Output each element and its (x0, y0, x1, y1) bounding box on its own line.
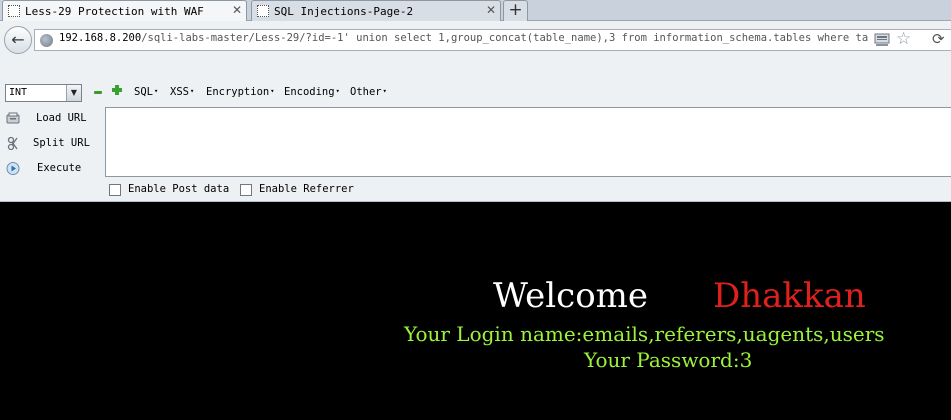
bookmark-star-icon[interactable]: ☆ (896, 29, 911, 49)
hackbar: INT ▼ SQL▾ XSS▾ Encryption▾ Encoding▾ Ot… (0, 81, 951, 202)
toolbar-spacer (0, 59, 951, 81)
back-button[interactable]: ← (4, 26, 32, 54)
url-textarea[interactable] (105, 107, 951, 177)
caret-icon: ▾ (382, 87, 387, 95)
menu-xss-label: XSS (170, 86, 189, 98)
menu-encryption[interactable]: Encryption▾ (206, 86, 274, 98)
menu-encoding-label: Encoding (284, 86, 335, 98)
url-path: /sqli-labs-master/Less-29/?id=-1' union … (141, 32, 869, 44)
menu-sql-label: SQL (134, 86, 153, 98)
split-url-button[interactable]: Split URL (4, 134, 104, 154)
reader-icon[interactable] (874, 33, 890, 47)
caret-icon: ▾ (270, 87, 275, 95)
menu-sql[interactable]: SQL▾ (134, 86, 158, 98)
tab-label: SQL Injections-Page-2 (274, 5, 414, 18)
globe-icon (40, 34, 53, 47)
tab-less-29[interactable]: Less-29 Protection with WAF ✕ (2, 0, 247, 21)
page-content: Welcome Dhakkan Your Login name:emails,r… (0, 202, 951, 420)
tab-sql-injections[interactable]: SQL Injections-Page-2 ✕ (251, 0, 501, 21)
close-icon[interactable]: ✕ (486, 1, 496, 20)
user-name-text: Dhakkan (713, 276, 866, 316)
load-url-button[interactable]: Load URL (4, 109, 104, 129)
execute-icon (6, 162, 20, 175)
caret-icon: ▾ (189, 87, 195, 95)
type-select-value: INT (9, 87, 28, 98)
tab-label: Less-29 Protection with WAF (25, 5, 204, 18)
tab-strip: Less-29 Protection with WAF ✕ SQL Inject… (0, 0, 951, 21)
welcome-text: Welcome (493, 276, 649, 316)
close-icon[interactable]: ✕ (232, 1, 242, 20)
enable-referrer-label: Enable Referrer (259, 183, 354, 195)
menu-xss[interactable]: XSS▾ (170, 86, 194, 98)
caret-icon: ▾ (153, 87, 159, 95)
new-tab-button[interactable]: + (503, 0, 528, 21)
back-arrow-icon: ← (11, 30, 25, 49)
url-input[interactable]: 192.168.8.200/sqli-labs-master/Less-29/?… (59, 32, 869, 48)
enable-post-data-checkbox[interactable]: Enable Post data (109, 183, 234, 197)
password-result: Your Password:3 (584, 348, 753, 372)
page-icon (8, 5, 20, 17)
caret-icon: ▾ (335, 87, 340, 95)
decrease-icon[interactable] (94, 91, 102, 94)
page-icon (257, 5, 269, 17)
checkbox-box[interactable] (240, 184, 252, 196)
increase-icon[interactable] (112, 85, 122, 95)
enable-post-data-label: Enable Post data (128, 183, 230, 195)
load-url-label: Load URL (36, 112, 87, 124)
menu-encryption-label: Encryption (206, 86, 270, 98)
execute-button[interactable]: Execute (4, 159, 104, 179)
login-name-result: Your Login name:emails,referers,uagents,… (404, 322, 885, 346)
url-host: 192.168.8.200 (59, 32, 142, 44)
enable-referrer-checkbox[interactable]: Enable Referrer (240, 183, 365, 197)
type-select[interactable]: INT ▼ (5, 84, 82, 102)
split-url-icon (7, 137, 18, 150)
load-url-icon (6, 112, 20, 124)
split-url-label: Split URL (33, 137, 90, 149)
reload-icon[interactable]: ⟳ (932, 30, 945, 48)
execute-label: Execute (37, 162, 82, 174)
menu-encoding[interactable]: Encoding▾ (284, 86, 340, 98)
navigation-bar: ← 192.168.8.200/sqli-labs-master/Less-29… (0, 21, 951, 59)
menu-other[interactable]: Other▾ (350, 86, 387, 98)
menu-other-label: Other (350, 86, 382, 98)
chevron-down-icon[interactable]: ▼ (66, 85, 81, 101)
checkbox-box[interactable] (109, 184, 121, 196)
url-bar[interactable]: 192.168.8.200/sqli-labs-master/Less-29/?… (34, 29, 951, 51)
